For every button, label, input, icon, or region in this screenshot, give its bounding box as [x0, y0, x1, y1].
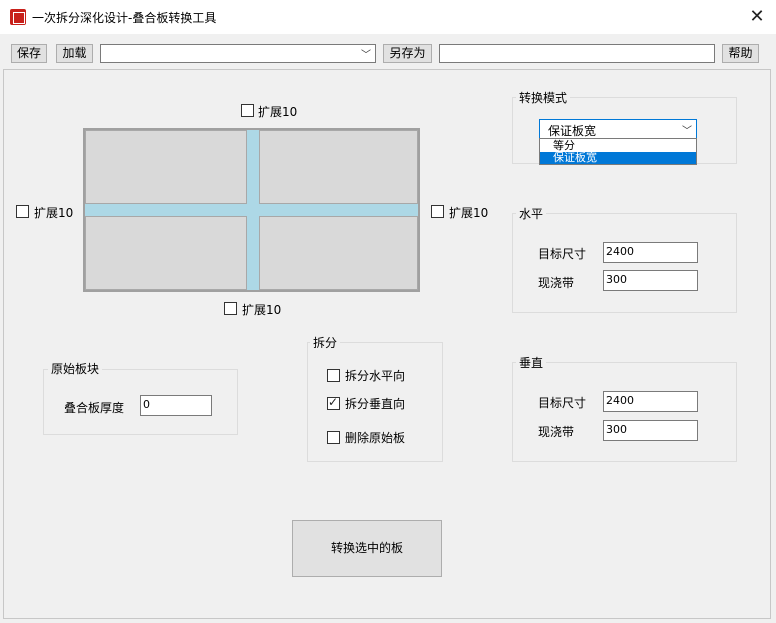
load-button[interactable]: 加载	[56, 44, 93, 63]
horizontal-group-title: 水平	[516, 205, 547, 222]
delete-original-checkbox[interactable]	[327, 431, 340, 444]
mode-combo-value: 保证板宽	[548, 124, 597, 138]
preset-combo[interactable]: ﹀	[100, 44, 376, 63]
extend-bottom-label: 扩展10	[242, 303, 282, 317]
extend-right-checkbox[interactable]	[431, 205, 444, 218]
preview-panel-bottom-right	[259, 216, 418, 290]
original-panel-group-title: 原始板块	[48, 360, 103, 377]
extend-bottom-checkbox[interactable]	[224, 302, 237, 315]
title-bar: 一次拆分深化设计-叠合板转换工具 ✕	[0, 0, 776, 34]
preview-panel-bottom-left	[85, 216, 247, 290]
split-preview	[83, 128, 420, 292]
extend-right-label: 扩展10	[449, 206, 489, 220]
mode-group-title: 转换模式	[516, 89, 571, 106]
horizontal-group	[512, 213, 737, 313]
extend-left-checkbox[interactable]	[16, 205, 29, 218]
chevron-down-icon: ﹀	[682, 126, 692, 137]
close-button[interactable]: ✕	[740, 2, 774, 32]
horizontal-target-size-input[interactable]: 2400	[603, 242, 698, 263]
extend-top-checkbox[interactable]	[241, 104, 254, 117]
save-as-button[interactable]: 另存为	[383, 44, 432, 63]
vertical-cast-band-label: 现浇带	[538, 425, 575, 439]
horizontal-cast-band-label: 现浇带	[538, 276, 575, 290]
split-horizontal-checkbox[interactable]	[327, 369, 340, 382]
split-horizontal-label: 拆分水平向	[345, 369, 406, 383]
thickness-label: 叠合板厚度	[64, 401, 125, 415]
extend-left-label: 扩展10	[34, 206, 74, 220]
thickness-input[interactable]: 0	[140, 395, 212, 416]
preview-panel-top-left	[85, 130, 247, 204]
vertical-target-size-input[interactable]: 2400	[603, 391, 698, 412]
split-group-title: 拆分	[310, 334, 341, 351]
extend-top-label: 扩展10	[258, 105, 298, 119]
app-icon	[10, 9, 26, 25]
chevron-down-icon: ﹀	[361, 50, 371, 61]
help-button[interactable]: 帮助	[722, 44, 759, 63]
window-title: 一次拆分深化设计-叠合板转换工具	[32, 11, 217, 25]
mode-option-keep-width[interactable]: 保证板宽	[540, 152, 696, 164]
vertical-group	[512, 362, 737, 462]
vertical-target-size-label: 目标尺寸	[538, 396, 587, 410]
delete-original-label: 删除原始板	[345, 431, 406, 445]
horizontal-target-size-label: 目标尺寸	[538, 247, 587, 261]
mode-combo[interactable]: 保证板宽 ﹀	[539, 119, 697, 139]
vertical-cast-band-input[interactable]: 300	[603, 420, 698, 441]
split-vertical-checkbox[interactable]	[327, 395, 340, 410]
split-vertical-label: 拆分垂直向	[345, 397, 406, 411]
horizontal-cast-band-input[interactable]: 300	[603, 270, 698, 291]
convert-selected-button[interactable]: 转换选中的板	[292, 520, 442, 577]
mode-dropdown-list: 等分 保证板宽	[539, 138, 697, 165]
save-as-name-input[interactable]	[439, 44, 715, 63]
preview-panel-top-right	[259, 130, 418, 204]
vertical-group-title: 垂直	[516, 354, 547, 371]
save-button[interactable]: 保存	[11, 44, 47, 63]
